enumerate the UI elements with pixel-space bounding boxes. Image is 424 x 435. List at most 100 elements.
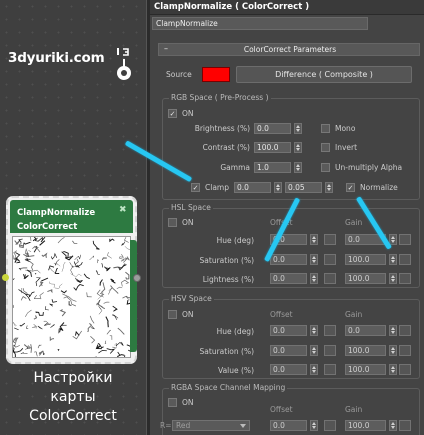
clamp-min-spinner-arrows[interactable] (274, 182, 282, 193)
rgba-on-checkbox[interactable] (168, 398, 177, 407)
map-button[interactable] (399, 325, 411, 336)
spinner-arrows[interactable] (310, 325, 318, 336)
hsl-saturation-offset-spinner[interactable]: 0.0 (270, 254, 318, 265)
hsv-saturation-offset-input[interactable]: 0.0 (270, 345, 307, 356)
clamp-min-input[interactable]: 0.0 (234, 182, 271, 193)
noise-stroke (33, 295, 41, 299)
noise-stroke (25, 309, 32, 317)
noise-stroke (24, 274, 27, 277)
spinner-arrows[interactable] (310, 364, 318, 375)
rgba-gain-spinner[interactable]: 100.0 (345, 420, 397, 431)
brightness-input[interactable]: 0.0 (254, 123, 291, 134)
map-button[interactable] (399, 364, 411, 375)
map-button[interactable] (399, 273, 411, 284)
node-header[interactable]: ClampNormalize ColorCorrect ✖ (10, 200, 133, 233)
normalize-checkbox[interactable]: ✓ (346, 183, 355, 192)
spinner-arrows[interactable] (310, 420, 318, 431)
noise-stroke (74, 278, 83, 283)
gamma-input[interactable]: 1.0 (254, 162, 291, 173)
map-button[interactable] (324, 325, 336, 336)
clamp-max-spinner-arrows[interactable] (325, 182, 333, 193)
brightness-spinner-arrows[interactable] (294, 123, 302, 134)
clamp-max-input[interactable]: 0.05 (285, 182, 322, 193)
invert-checkbox[interactable] (321, 143, 330, 152)
spinner-arrows[interactable] (310, 254, 318, 265)
hsv-saturation-offset-spinner[interactable]: 0.0 (270, 345, 318, 356)
noise-stroke (86, 292, 92, 298)
clamp-min-spinner[interactable]: 0.0 (234, 182, 282, 193)
spinner-arrows[interactable] (310, 345, 318, 356)
hsl-hue-label: Hue (deg) (216, 236, 254, 245)
contrast-spinner-arrows[interactable] (294, 142, 302, 153)
hsv-saturation-gain-spinner[interactable]: 100.0 (345, 345, 397, 356)
spinner-arrows[interactable] (389, 364, 397, 375)
map-button[interactable] (324, 254, 336, 265)
map-name-field[interactable]: ClampNormalize (152, 17, 368, 30)
spinner-arrows[interactable] (389, 345, 397, 356)
map-button[interactable] (324, 420, 336, 431)
hsl-saturation-gain-spinner[interactable]: 100.0 (345, 254, 397, 265)
noise-stroke (50, 267, 55, 273)
hsl-lightness-offset-spinner[interactable]: 0.0 (270, 273, 318, 284)
rgb-on-checkbox[interactable]: ✓ (168, 109, 177, 118)
clamp-max-spinner[interactable]: 0.05 (285, 182, 333, 193)
rgba-offset-spinner[interactable]: 0.0 (270, 420, 318, 431)
rgba-gain-input[interactable]: 100.0 (345, 420, 386, 431)
spinner-arrows[interactable] (389, 273, 397, 284)
node-input-port[interactable] (2, 274, 9, 281)
spinner-arrows[interactable] (389, 254, 397, 265)
noise-stroke (90, 325, 96, 330)
map-button[interactable] (324, 345, 336, 356)
hsl-on-checkbox[interactable] (168, 218, 177, 227)
map-button[interactable] (399, 234, 411, 245)
gamma-spinner-arrows[interactable] (294, 162, 302, 173)
gamma-spinner[interactable]: 1.0 (254, 162, 302, 173)
map-button[interactable] (399, 345, 411, 356)
hsv-value-gain-input[interactable]: 100.0 (345, 364, 386, 375)
map-button[interactable] (399, 254, 411, 265)
hsl-saturation-gain-input[interactable]: 100.0 (345, 254, 386, 265)
noise-preview-image (13, 237, 130, 357)
hsv-value-gain-spinner[interactable]: 100.0 (345, 364, 397, 375)
hsv-saturation-gain-input[interactable]: 100.0 (345, 345, 386, 356)
unmultiply-alpha-checkbox[interactable] (321, 163, 330, 172)
hsl-lightness-offset-input[interactable]: 0.0 (270, 273, 307, 284)
rollout-header[interactable]: – ColorCorrect Parameters (158, 43, 420, 56)
map-button[interactable] (324, 364, 336, 375)
contrast-spinner[interactable]: 100.0 (254, 142, 302, 153)
hsv-value-offset-input[interactable]: 0.0 (270, 364, 307, 375)
hsv-hue-offset-spinner[interactable]: 0.0 (270, 325, 318, 336)
pin-icon[interactable]: ✖ (119, 206, 128, 215)
source-mode-button[interactable]: Difference ( Composite ) (236, 66, 412, 83)
hsv-hue-offset-input[interactable]: 0.0 (270, 325, 307, 336)
spinner-arrows[interactable] (310, 234, 318, 245)
rgb-on-label: ON (182, 109, 194, 118)
hsv-on-checkbox[interactable] (168, 310, 177, 319)
clamp-checkbox[interactable]: ✓ (191, 183, 200, 192)
contrast-input[interactable]: 100.0 (254, 142, 291, 153)
hsl-lightness-gain-spinner[interactable]: 100.0 (345, 273, 397, 284)
map-button[interactable] (324, 273, 336, 284)
node-output-port[interactable] (133, 274, 141, 282)
spinner-arrows[interactable] (389, 325, 397, 336)
hsv-value-offset-spinner[interactable]: 0.0 (270, 364, 318, 375)
mono-checkbox[interactable] (321, 124, 330, 133)
normalize-label: Normalize (360, 183, 398, 192)
material-node[interactable]: ClampNormalize ColorCorrect ✖ (6, 196, 137, 364)
rgba-offset-input[interactable]: 0.0 (270, 420, 307, 431)
spinner-arrows[interactable] (389, 420, 397, 431)
map-button[interactable] (324, 234, 336, 245)
channel-dropdown[interactable]: Red (172, 420, 250, 431)
spinner-arrows[interactable] (310, 273, 318, 284)
source-color-swatch[interactable] (202, 67, 230, 82)
hsl-saturation-offset-input[interactable]: 0.0 (270, 254, 307, 265)
contrast-label: Contrast (%) (202, 143, 250, 152)
map-button[interactable] (399, 420, 411, 431)
hsv-hue-gain-spinner[interactable]: 0.0 (345, 325, 397, 336)
hsv-hue-gain-input[interactable]: 0.0 (345, 325, 386, 336)
panel-title: ClampNormalize ( ColorCorrect ) (154, 2, 310, 12)
noise-stroke (26, 325, 29, 329)
noise-stroke (38, 312, 44, 316)
brightness-spinner[interactable]: 0.0 (254, 123, 302, 134)
hsl-lightness-gain-input[interactable]: 100.0 (345, 273, 386, 284)
